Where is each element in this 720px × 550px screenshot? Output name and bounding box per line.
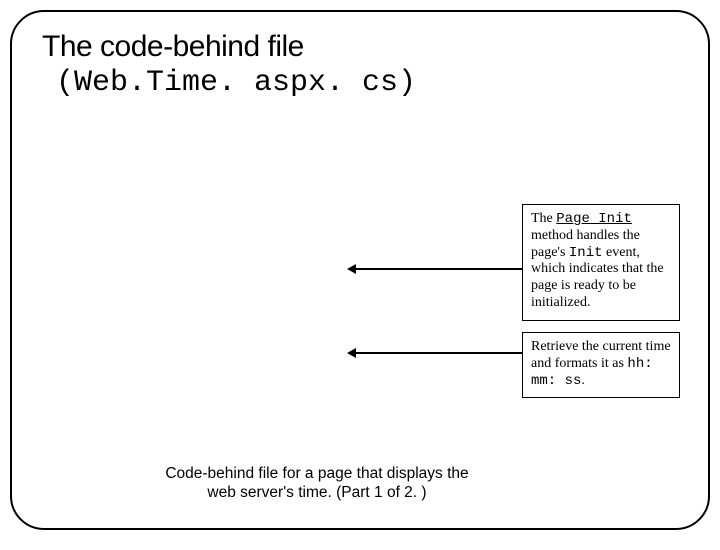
code-text: Page_Init: [556, 211, 632, 227]
arrow-left-icon: [355, 268, 525, 270]
slide-title: The code-behind file (Web.Time. aspx. cs…: [42, 30, 682, 100]
title-line-1: The code-behind file: [42, 30, 682, 64]
callout-text: The: [531, 211, 556, 226]
callout-retrieve-time: Retrieve the current time and formats it…: [522, 332, 680, 398]
title-line-2: (Web.Time. aspx. cs): [56, 66, 682, 100]
callout-page-init: The Page_Init method handles the page's …: [522, 204, 680, 321]
code-text: Init: [569, 245, 603, 261]
callout-text: .: [581, 373, 585, 388]
arrow-left-icon: [355, 352, 525, 354]
figure-caption: Code-behind file for a page that display…: [152, 464, 482, 503]
slide-frame: The code-behind file (Web.Time. aspx. cs…: [10, 10, 710, 530]
